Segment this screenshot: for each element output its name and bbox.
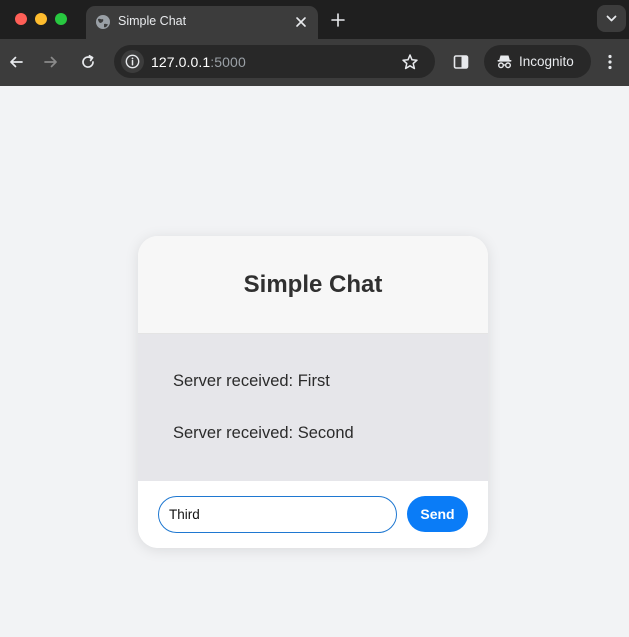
- globe-icon: [96, 15, 110, 29]
- reload-button[interactable]: [79, 53, 97, 71]
- window-close-button[interactable]: [15, 13, 27, 25]
- chat-title: Simple Chat: [243, 271, 383, 298]
- close-icon[interactable]: [293, 14, 309, 30]
- kebab-menu-icon[interactable]: [601, 53, 619, 71]
- send-button[interactable]: Send: [407, 496, 468, 532]
- incognito-icon: [497, 55, 512, 69]
- forward-button[interactable]: [42, 53, 60, 71]
- browser-tab[interactable]: Simple Chat: [86, 6, 318, 39]
- browser-toolbar: 127.0.0.1:5000 Incognito: [0, 39, 629, 86]
- new-tab-button[interactable]: [329, 11, 347, 29]
- chat-message: Server received: First: [173, 372, 330, 390]
- browser-tab-strip: Simple Chat: [0, 0, 629, 39]
- incognito-profile-button[interactable]: Incognito: [484, 45, 591, 78]
- url-port: :5000: [210, 54, 246, 70]
- message-list: Server received: First Server received: …: [138, 334, 488, 481]
- chevron-down-icon: [606, 15, 617, 22]
- tab-search-button[interactable]: [597, 5, 626, 32]
- window-minimize-button[interactable]: [35, 13, 47, 25]
- address-bar[interactable]: 127.0.0.1:5000: [114, 45, 435, 78]
- chat-message: Server received: Second: [173, 424, 354, 442]
- site-info-button[interactable]: [121, 50, 144, 73]
- star-icon[interactable]: [401, 53, 419, 71]
- side-panel-icon[interactable]: [452, 53, 470, 71]
- window-zoom-button[interactable]: [55, 13, 67, 25]
- chat-card: Simple Chat Server received: First Serve…: [138, 236, 488, 548]
- url-text: 127.0.0.1:5000: [151, 54, 246, 70]
- incognito-label: Incognito: [519, 54, 574, 69]
- message-input[interactable]: [158, 496, 397, 533]
- chat-composer: Send: [138, 481, 488, 548]
- back-button[interactable]: [7, 53, 25, 71]
- tab-title: Simple Chat: [118, 14, 187, 28]
- url-host: 127.0.0.1: [151, 54, 211, 70]
- info-icon: [125, 54, 140, 69]
- chat-header: Simple Chat: [138, 236, 488, 334]
